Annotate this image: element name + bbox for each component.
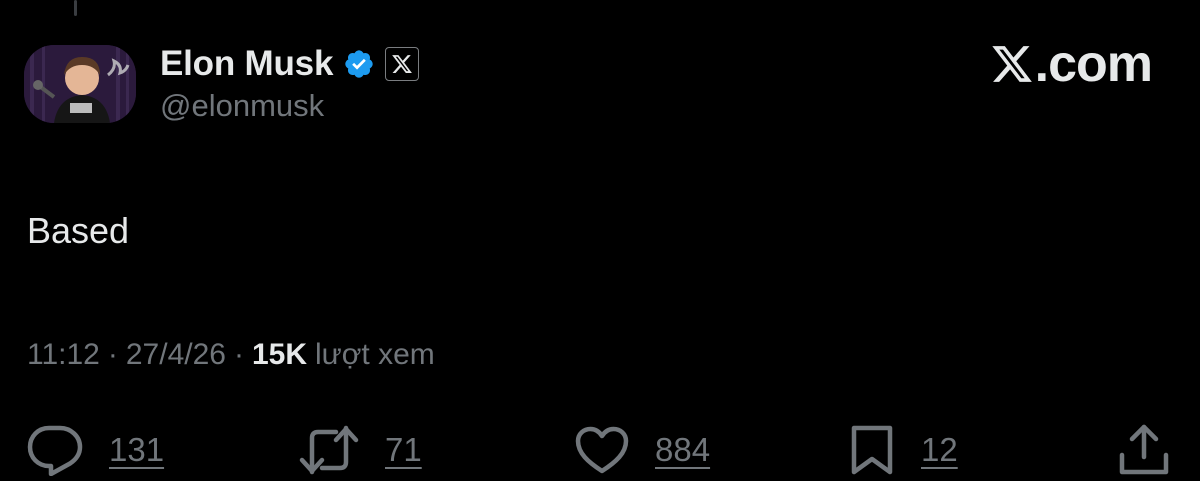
- repost-count[interactable]: 71: [385, 431, 422, 469]
- like-button[interactable]: 884: [574, 420, 710, 480]
- share-button[interactable]: [1118, 420, 1170, 480]
- like-count[interactable]: 884: [655, 431, 710, 469]
- heart-icon: [575, 426, 629, 474]
- affiliate-badge[interactable]: [385, 47, 420, 81]
- tweet-date[interactable]: 27/4/26: [126, 338, 226, 372]
- x-logo-icon: [991, 46, 1032, 82]
- share-icon: [1119, 424, 1169, 475]
- tweet-time[interactable]: 11:12: [27, 338, 100, 372]
- bookmark-count[interactable]: 12: [921, 431, 958, 469]
- tweet-body: Based: [27, 210, 130, 251]
- author-handle[interactable]: @elonmusk: [160, 88, 324, 124]
- views-label: lượt xem: [315, 338, 435, 371]
- author-name-row: Elon Musk: [160, 40, 420, 88]
- bookmark-icon: [851, 425, 893, 475]
- meta-separator: ·: [107, 338, 118, 371]
- x-logo-icon: [392, 55, 413, 73]
- repost-icon: [299, 425, 359, 475]
- verified-badge-icon: [345, 50, 373, 78]
- author-display-name[interactable]: Elon Musk: [160, 44, 333, 84]
- brand-domain-text: .com: [1034, 35, 1153, 93]
- meta-separator: ·: [233, 338, 244, 371]
- bookmark-button[interactable]: 12: [848, 420, 958, 480]
- tweet-metadata: 11:12 · 27/4/26 · 15K lượt xem: [27, 338, 435, 372]
- avatar[interactable]: [24, 45, 136, 123]
- reply-count[interactable]: 131: [109, 431, 164, 469]
- repost-button[interactable]: 71: [298, 420, 422, 480]
- reply-bubble-icon: [27, 425, 83, 476]
- reply-button[interactable]: 131: [26, 420, 164, 480]
- views-count: 15K: [251, 338, 307, 371]
- action-bar: 131 71 884 12: [0, 420, 1200, 481]
- thread-connector-line: [74, 0, 77, 16]
- brand-watermark: .com: [990, 35, 1153, 93]
